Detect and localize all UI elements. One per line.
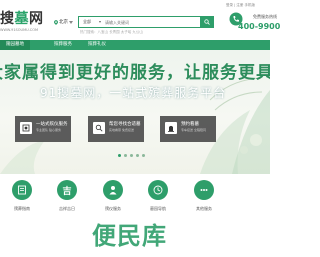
- clock-icon: [148, 180, 168, 200]
- carousel-dot[interactable]: [118, 154, 121, 157]
- hotline-number[interactable]: 400-9900: [238, 22, 280, 31]
- nav-item-cemetery[interactable]: 陵园墓地: [0, 40, 30, 50]
- site-logo[interactable]: 搜墓网 WWW.91SOUMU.COM: [0, 11, 50, 35]
- feature-card-find-grave[interactable]: 帮您寻找合适墓 实地看墓 免费接送: [88, 116, 144, 142]
- tomb-icon: [165, 122, 177, 134]
- logo-accent: 墓: [14, 11, 29, 27]
- more-icon: [194, 180, 214, 200]
- hotline-label: 免费服务热线: [253, 14, 277, 19]
- caret-down-icon: [99, 21, 101, 23]
- carousel-dot[interactable]: [142, 154, 145, 157]
- hotline: 免费服务热线 400-9900: [229, 12, 280, 31]
- book-icon: [12, 180, 32, 200]
- service-label: 其他服务: [196, 206, 212, 211]
- search-type-label: 全部: [83, 19, 91, 24]
- search-bar: 全部: [78, 16, 214, 28]
- logo-text: 搜墓网: [0, 11, 44, 27]
- carousel-dot[interactable]: [136, 154, 139, 157]
- services-row: 殡葬指南 吉 吉祥吉日 殡仪服务 墓园导航 其他服务 便民库: [0, 174, 270, 257]
- feature-card-one-stop[interactable]: 一站式殡仪服务 专业团队 贴心服务: [15, 116, 71, 142]
- logo-prefix: 搜: [0, 11, 15, 27]
- banner-headline: 大家属得到更好的服务，让服务更具价值: [0, 63, 270, 83]
- city-name: 北京: [59, 20, 68, 25]
- service-auspicious-day[interactable]: 吉 吉祥吉日: [52, 180, 82, 212]
- hot-search-words[interactable]: 热门搜索：八宝山 长青园 太子峪 九公山: [80, 30, 143, 35]
- nav-item-funeral-etiquette[interactable]: 殡葬礼仪: [88, 40, 106, 50]
- ceremony-icon: [20, 122, 32, 134]
- carousel-dots: [118, 154, 145, 157]
- banner-subline: 91搜墓网，一站式殡葬服务平台: [40, 86, 227, 100]
- service-funeral-guide[interactable]: 殡葬指南: [7, 180, 37, 212]
- search-type-select[interactable]: 全部: [79, 17, 105, 27]
- top-header: 搜墓网 WWW.91SOUMU.COM 北京 全部 热门搜索：八宝山 长青园 太…: [0, 0, 280, 40]
- search-input[interactable]: [105, 18, 199, 26]
- carousel-dot[interactable]: [124, 154, 127, 157]
- city-selector[interactable]: 北京: [54, 19, 73, 25]
- service-label: 墓园导航: [150, 206, 166, 211]
- carousel-dot[interactable]: [130, 154, 133, 157]
- feature-card-title: 帮您寻找合适墓: [109, 122, 141, 127]
- service-label: 殡葬指南: [14, 206, 30, 211]
- feature-card-title: 预约看墓: [181, 122, 199, 127]
- feature-card-title: 一站式殡仪服务: [36, 122, 68, 127]
- person-icon: [103, 180, 123, 200]
- main-nav: 陵园墓地 殡葬服务 殡葬礼仪: [0, 40, 270, 50]
- search-icon: [204, 19, 210, 25]
- service-cemetery-nav[interactable]: 墓园导航: [143, 180, 173, 212]
- grave-search-icon: [93, 122, 105, 134]
- service-label: 吉祥吉日: [59, 206, 75, 211]
- feature-card-sub: 专业团队 贴心服务: [36, 128, 61, 132]
- nav-item-funeral-service[interactable]: 殡葬服务: [54, 40, 72, 50]
- location-pin-icon: [54, 19, 58, 25]
- feature-card-reserve-visit[interactable]: 预约看墓 专车接送 全程陪同: [160, 116, 216, 142]
- service-other[interactable]: 其他服务: [189, 180, 219, 212]
- service-funeral-service[interactable]: 殡仪服务: [98, 180, 128, 212]
- search-button[interactable]: [200, 16, 214, 28]
- ji-icon: 吉: [57, 180, 77, 200]
- feature-card-sub: 专车接送 全程陪同: [181, 128, 206, 132]
- watermark: 便民库: [92, 222, 167, 250]
- feature-card-sub: 实地看墓 免费接送: [109, 128, 134, 132]
- service-label: 殡仪服务: [105, 206, 121, 211]
- logo-url: WWW.91SOUMU.COM: [0, 28, 38, 32]
- user-links[interactable]: 登录 | 注册 手机版: [226, 3, 255, 8]
- chevron-down-icon: [69, 20, 73, 24]
- logo-suffix: 网: [29, 11, 44, 27]
